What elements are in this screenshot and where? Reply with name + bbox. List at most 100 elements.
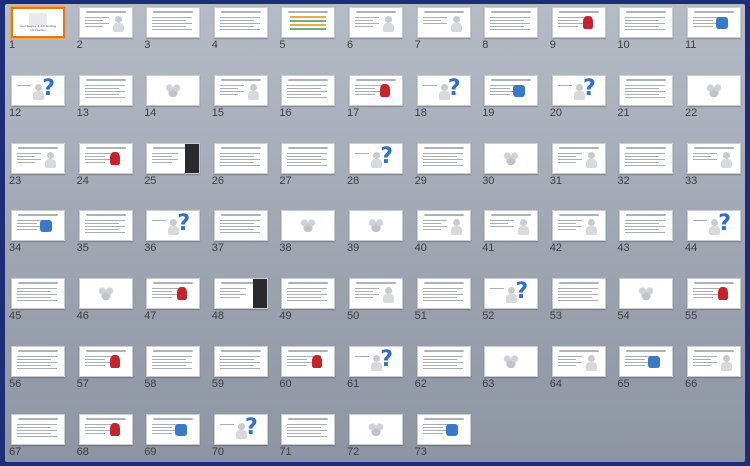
slide-preview[interactable] — [416, 7, 471, 38]
slide-preview[interactable] — [281, 142, 336, 174]
slide-number: 41 — [482, 242, 495, 255]
text-line — [219, 17, 260, 18]
slide-preview[interactable] — [281, 7, 336, 38]
slide-preview[interactable] — [349, 413, 403, 445]
slide-preview[interactable] — [619, 142, 674, 174]
red-graphic-icon — [380, 83, 390, 97]
slide-preview[interactable] — [619, 346, 674, 377]
slide-preview[interactable]: ? — [416, 74, 471, 106]
text-line — [625, 164, 666, 166]
slide-preview[interactable] — [146, 142, 201, 174]
slide-preview[interactable] — [213, 74, 268, 106]
slide-preview[interactable] — [281, 278, 336, 310]
slide-preview[interactable] — [146, 346, 201, 377]
slide-title-bar — [694, 11, 734, 13]
slide-number: 1 — [9, 39, 16, 51]
slide-preview[interactable] — [78, 346, 133, 377]
slide-preview[interactable] — [619, 74, 674, 106]
slide-title-bar — [288, 78, 329, 81]
slide-preview[interactable]: Your Degree & Job Hunting Introduction — [11, 7, 65, 38]
slide-preview[interactable] — [349, 7, 403, 38]
slide-preview[interactable]: ? — [349, 142, 403, 174]
slide-preview[interactable]: ? — [349, 346, 403, 377]
slide-preview[interactable] — [619, 278, 674, 310]
slide-preview[interactable] — [78, 74, 133, 106]
text-line — [625, 226, 666, 228]
text-line — [219, 297, 240, 299]
slide-preview[interactable] — [484, 210, 539, 242]
slide-preview[interactable] — [687, 142, 741, 174]
slide-preview[interactable] — [11, 142, 65, 174]
slide-preview[interactable] — [416, 278, 471, 310]
text-line — [557, 23, 584, 24]
text-line — [17, 368, 57, 369]
slide-preview[interactable]: ? — [11, 74, 65, 106]
slide-preview[interactable] — [484, 142, 539, 174]
text-line — [355, 294, 379, 296]
slide-preview[interactable] — [416, 413, 471, 445]
slide-preview[interactable] — [349, 278, 403, 310]
slide-preview[interactable] — [281, 346, 336, 377]
slide-number: 66 — [685, 378, 698, 390]
text-line — [422, 158, 463, 160]
text-line — [422, 291, 457, 293]
text-line — [422, 226, 447, 228]
text-line — [422, 432, 443, 434]
slide-preview[interactable] — [687, 346, 741, 377]
slide-preview[interactable] — [213, 142, 268, 174]
slide-preview[interactable] — [281, 413, 336, 445]
slide-preview[interactable]: ? — [551, 74, 606, 106]
slide-preview[interactable] — [484, 7, 539, 38]
slide-preview[interactable] — [146, 278, 201, 310]
slide-preview[interactable] — [11, 413, 65, 445]
text-line — [422, 23, 447, 24]
slide-preview[interactable] — [551, 278, 606, 310]
slide-preview[interactable] — [281, 210, 336, 242]
slide-preview[interactable] — [416, 142, 471, 174]
slide-preview[interactable] — [78, 413, 133, 445]
slide-preview[interactable] — [281, 74, 336, 106]
slide-preview[interactable] — [213, 210, 268, 242]
slide-preview[interactable] — [213, 7, 268, 38]
slide-number: 55 — [685, 310, 698, 323]
slide-preview[interactable] — [484, 74, 539, 106]
slide-preview[interactable] — [213, 346, 268, 377]
text-line — [84, 362, 111, 363]
text-line — [355, 356, 369, 357]
slide-preview[interactable] — [146, 7, 201, 38]
slide-preview[interactable] — [551, 142, 606, 174]
slide-preview[interactable] — [349, 74, 403, 106]
slide-preview[interactable] — [687, 74, 741, 106]
slide-preview[interactable] — [11, 346, 65, 377]
slide-preview[interactable] — [78, 210, 133, 242]
slide-preview[interactable] — [619, 210, 674, 242]
slide-preview[interactable] — [687, 278, 741, 310]
slide-preview[interactable]: ? — [146, 210, 201, 242]
slide-preview[interactable] — [11, 210, 65, 242]
question-mark-figure-icon: ? — [447, 75, 461, 101]
slide-preview[interactable] — [687, 7, 741, 38]
slide-preview[interactable] — [416, 346, 471, 377]
dark-photo-icon — [185, 143, 200, 173]
slide-preview[interactable]: ? — [484, 278, 539, 310]
slide-preview[interactable] — [213, 278, 268, 310]
person-figure-icon — [709, 219, 720, 236]
slide-preview[interactable] — [78, 7, 133, 38]
text-line — [84, 90, 125, 92]
slide-preview[interactable] — [551, 210, 606, 242]
text-line — [219, 90, 244, 92]
slide-preview[interactable] — [349, 210, 403, 242]
slide-preview[interactable] — [484, 346, 539, 377]
slide-preview[interactable]: ? — [213, 413, 268, 445]
slide-preview[interactable] — [78, 278, 133, 310]
slide-preview[interactable] — [619, 7, 674, 38]
slide-preview[interactable] — [78, 142, 133, 174]
slide-preview[interactable] — [146, 413, 201, 445]
slide-preview[interactable]: ? — [687, 210, 741, 242]
slide-preview[interactable] — [551, 346, 606, 377]
slide-preview[interactable] — [11, 278, 65, 310]
text-line — [625, 84, 666, 86]
slide-preview[interactable] — [146, 74, 201, 106]
slide-preview[interactable] — [551, 7, 606, 38]
slide-preview[interactable] — [416, 210, 471, 242]
